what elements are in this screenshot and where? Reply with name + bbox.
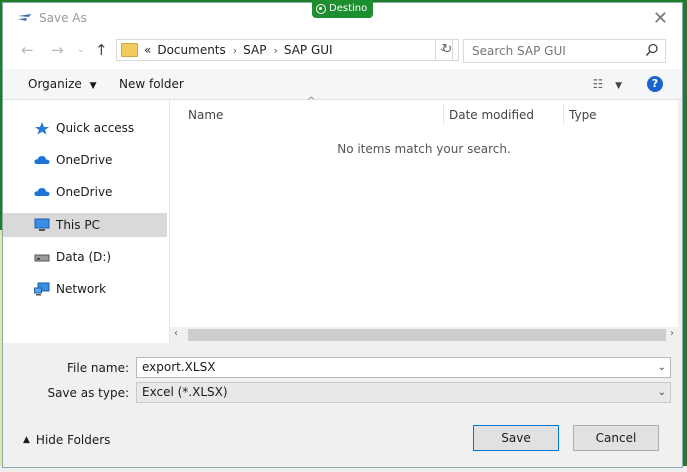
file-list-pane: ^ Name Date modified Type No items match… — [170, 96, 678, 343]
file-name-row: File name: export.XLSX ⌄ — [3, 357, 684, 381]
save-type-select[interactable]: Excel (*.XLSX) ⌄ — [136, 382, 671, 403]
star-icon — [34, 121, 50, 135]
forward-arrow-icon[interactable]: → — [51, 41, 64, 59]
breadcrumb-separator-icon[interactable]: › — [233, 44, 237, 57]
hide-folders-label[interactable]: Hide Folders — [36, 433, 111, 447]
breadcrumb-sap-gui[interactable]: SAP GUI — [284, 43, 333, 57]
chevron-down-icon[interactable]: ⌄ — [658, 358, 666, 377]
breadcrumb-documents[interactable]: Documents — [157, 43, 225, 57]
scroll-left-icon[interactable]: ‹ — [174, 328, 178, 339]
address-bar[interactable]: « Documents › SAP › SAP GUI ⌄ — [116, 39, 453, 61]
cloud-icon — [34, 185, 50, 199]
up-arrow-icon[interactable]: ↑ — [95, 41, 108, 59]
sidebar-item-quick-access[interactable]: Quick access — [3, 116, 167, 140]
sidebar-item-network[interactable]: Network — [3, 277, 167, 301]
navigation-pane: Quick access OneDrive OneDrive This PC D… — [3, 100, 170, 343]
column-header-date-modified[interactable]: Date modified — [449, 108, 534, 122]
sidebar-item-label: OneDrive — [56, 185, 113, 199]
navigation-bar: ← → ⌄ ↑ « Documents › SAP › SAP GUI ⌄ ↻ — [3, 33, 682, 69]
breadcrumb-sap[interactable]: SAP — [243, 43, 266, 57]
cloud-icon — [34, 153, 50, 167]
refresh-icon[interactable]: ↻ — [435, 39, 459, 61]
new-folder-button[interactable]: New folder — [119, 77, 184, 91]
organize-label[interactable]: Organize — [28, 77, 82, 91]
save-type-value[interactable]: Excel (*.XLSX) — [142, 385, 228, 399]
drive-icon — [34, 250, 50, 264]
search-input[interactable] — [470, 40, 634, 62]
sidebar-item-label: This PC — [56, 218, 100, 232]
scroll-right-icon[interactable]: › — [670, 328, 674, 339]
sidebar-item-onedrive[interactable]: OneDrive — [3, 148, 167, 172]
target-icon — [316, 4, 326, 14]
badge-label: Destino — [329, 3, 368, 14]
computer-icon — [34, 218, 50, 232]
search-icon[interactable] — [645, 43, 659, 57]
hide-folders-toggle[interactable]: ▲ Hide Folders — [23, 433, 110, 447]
horizontal-scrollbar[interactable]: ‹ › — [170, 327, 678, 343]
empty-message: No items match your search. — [337, 142, 511, 156]
breadcrumb-overflow[interactable]: « — [144, 43, 151, 57]
close-icon[interactable]: ✕ — [653, 8, 668, 29]
command-toolbar: Organize ▼ New folder ☷ ▼ ? — [3, 69, 682, 100]
file-name-field[interactable]: export.XLSX ⌄ — [136, 357, 671, 378]
cancel-button[interactable]: Cancel — [573, 425, 659, 451]
sap-app-icon — [18, 14, 31, 21]
sidebar-item-label: Network — [56, 282, 107, 296]
column-divider[interactable] — [443, 104, 444, 124]
save-as-dialog: Save As ✕ ← → ⌄ ↑ « Documents › SAP › SA… — [2, 2, 683, 468]
sort-ascending-icon: ^ — [307, 96, 316, 107]
details-view-icon[interactable]: ☷ — [592, 77, 603, 91]
window-title: Save As — [39, 11, 87, 25]
chevron-up-icon[interactable]: ▲ — [23, 435, 30, 445]
back-arrow-icon[interactable]: ← — [21, 41, 34, 59]
folder-icon — [121, 43, 138, 57]
sidebar-item-this-pc[interactable]: This PC — [3, 213, 167, 237]
save-type-label: Save as type: — [47, 386, 129, 400]
scrollbar-thumb[interactable] — [188, 329, 666, 341]
sidebar-item-data-drive[interactable]: Data (D:) — [3, 245, 167, 269]
column-header-name[interactable]: Name — [188, 108, 223, 122]
sidebar-item-label: Data (D:) — [56, 250, 112, 264]
file-name-value[interactable]: export.XLSX — [142, 360, 215, 374]
search-box[interactable] — [463, 39, 666, 63]
sidebar-item-label: OneDrive — [56, 153, 113, 167]
breadcrumb-separator-icon[interactable]: › — [273, 44, 277, 57]
save-type-row: Save as type: Excel (*.XLSX) ⌄ — [3, 382, 684, 406]
destino-badge: Destino — [312, 0, 374, 18]
chevron-down-icon[interactable]: ⌄ — [658, 383, 666, 402]
file-name-label: File name: — [67, 361, 129, 375]
network-icon — [34, 282, 50, 296]
column-header-type[interactable]: Type — [569, 108, 597, 122]
help-icon[interactable]: ? — [647, 76, 663, 92]
column-divider[interactable] — [563, 104, 564, 124]
recent-locations-chevron-icon[interactable]: ⌄ — [77, 45, 85, 55]
organize-menu[interactable]: Organize ▼ — [28, 77, 97, 91]
sidebar-item-onedrive[interactable]: OneDrive — [3, 180, 167, 204]
chevron-down-icon[interactable]: ▼ — [90, 81, 97, 91]
chevron-down-icon[interactable]: ▼ — [615, 81, 622, 91]
save-button[interactable]: Save — [473, 425, 559, 451]
view-options-menu[interactable]: ☷ ▼ — [592, 77, 622, 91]
sidebar-item-label: Quick access — [56, 121, 135, 135]
